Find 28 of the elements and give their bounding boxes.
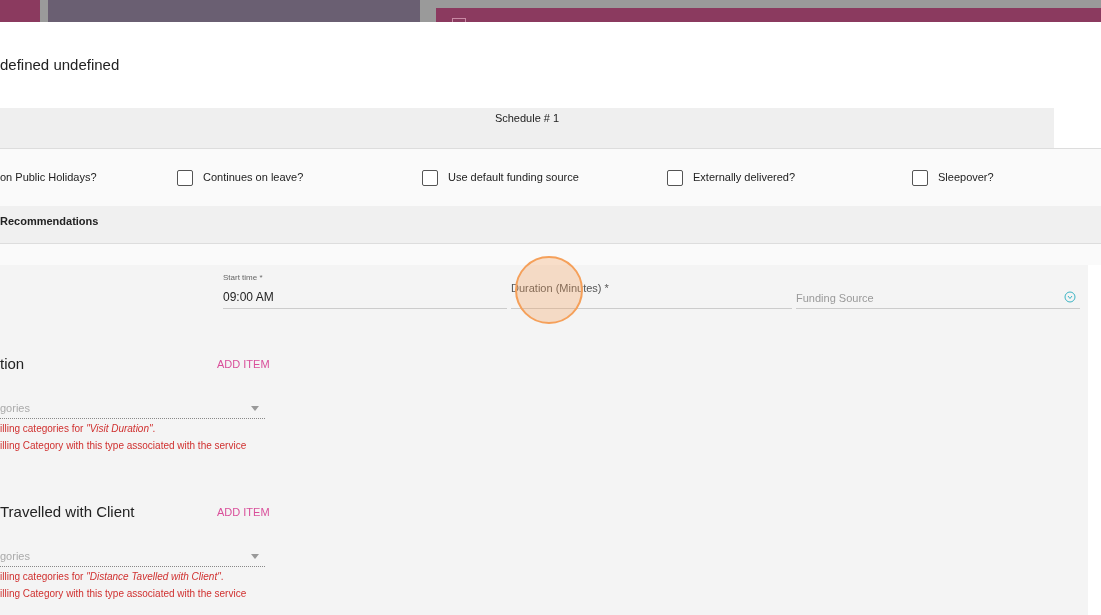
error-message: illing Category with this type associated with the service bbox=[0, 439, 248, 453]
error-message: illing categories for "Distance Tavelled with Client". bbox=[0, 570, 225, 584]
add-item-link[interactable]: ADD ITEM bbox=[217, 503, 270, 521]
checkbox[interactable] bbox=[667, 169, 683, 186]
option-label: Sleepover? bbox=[938, 170, 994, 186]
select-field[interactable]: Funding Source bbox=[796, 270, 1080, 309]
caret-icon bbox=[251, 554, 259, 559]
caret-icon bbox=[251, 406, 259, 411]
checkbox[interactable] bbox=[177, 169, 193, 186]
input-field[interactable]: Start time * 09:00 AM bbox=[223, 270, 507, 309]
option-label: Use default funding source bbox=[448, 170, 579, 186]
checkbox[interactable] bbox=[422, 169, 438, 186]
category-dropdown[interactable]: gories bbox=[0, 547, 265, 567]
option-label: Externally delivered? bbox=[693, 170, 796, 186]
modal-title: defined undefined bbox=[0, 54, 120, 75]
category-dropdown[interactable]: gories bbox=[0, 399, 265, 419]
chevron-icon bbox=[1064, 291, 1076, 303]
add-item-link[interactable]: ADD ITEM bbox=[217, 355, 270, 373]
sidebar-panel bbox=[0, 0, 40, 22]
error-message: illing Category with this type associated with the service bbox=[0, 587, 248, 601]
error-message: illing categories for "Visit Duration". bbox=[0, 422, 157, 436]
option-label: on Public Holidays? bbox=[0, 170, 97, 186]
section-heading: Recommendations bbox=[0, 215, 99, 227]
checkbox[interactable] bbox=[912, 169, 928, 186]
option-label: Continues on leave? bbox=[203, 170, 304, 186]
section-title: tion bbox=[0, 353, 26, 374]
schedule-label: Schedule # 1 bbox=[494, 111, 560, 126]
section-title: Travelled with Client bbox=[0, 501, 136, 522]
